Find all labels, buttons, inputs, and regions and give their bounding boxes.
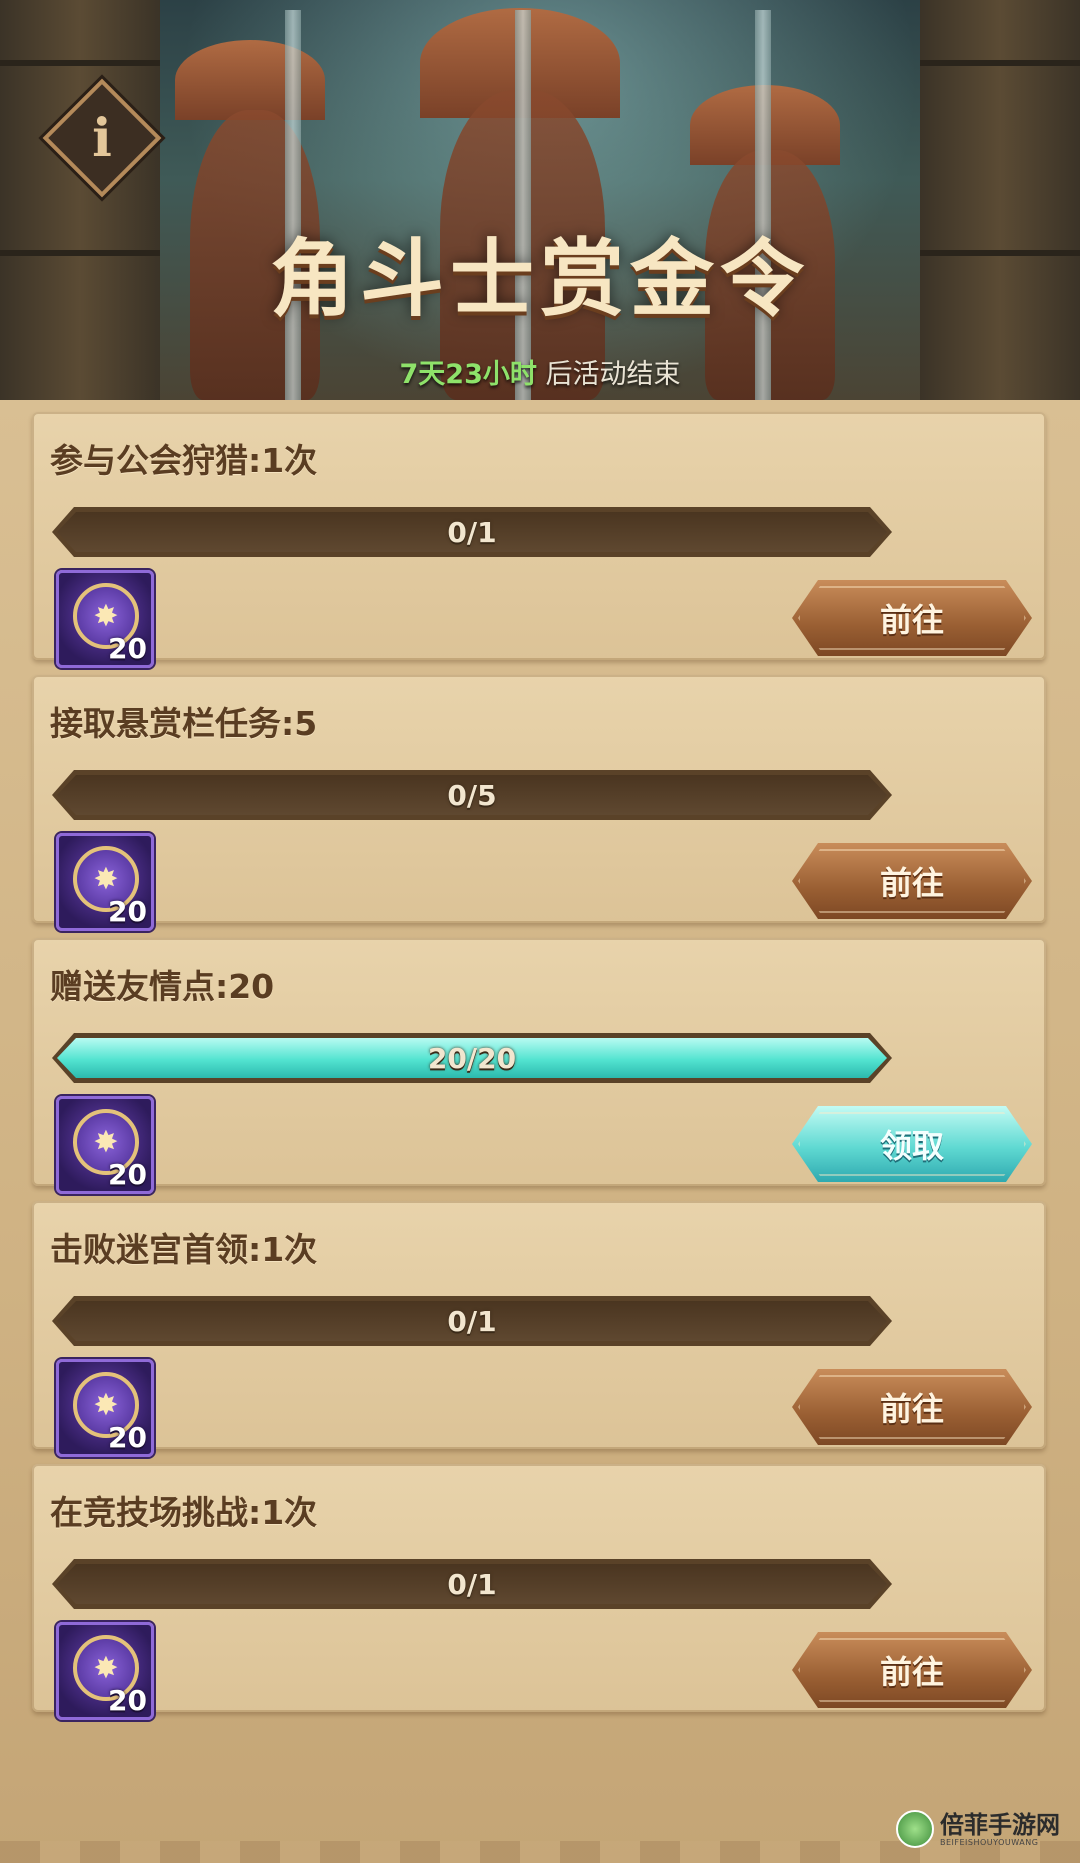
timer-suffix: 后活动结束 <box>536 359 681 390</box>
info-icon[interactable]: i <box>60 96 144 180</box>
go-button[interactable]: 前往 <box>792 1632 1032 1708</box>
task-title: 击败迷宫首领:1次 <box>50 1230 318 1269</box>
task-card-bounty-board: 接取悬赏栏任务:5 0/5 ✸ 20 前往 <box>32 675 1046 931</box>
reward-count: 20 <box>108 1158 147 1191</box>
watermark-domain: BEIFEISHOUYOUWANG <box>940 1837 1039 1847</box>
claim-button[interactable]: 领取 <box>792 1106 1032 1182</box>
task-card-friendship-points: 赠送友情点:20 20/20 ✸ 20 领取 <box>32 938 1046 1194</box>
progress-text: 0/1 <box>447 1304 497 1338</box>
task-title: 赠送友情点:20 <box>50 967 275 1006</box>
progress-bar: 20/20 <box>52 1033 892 1083</box>
reward-item[interactable]: ✸ 20 <box>56 833 154 931</box>
spear-left <box>285 10 301 400</box>
task-title: 参与公会狩猎:1次 <box>50 441 318 480</box>
reward-item[interactable]: ✸ 20 <box>56 1359 154 1457</box>
reward-item[interactable]: ✸ 20 <box>56 1096 154 1194</box>
site-watermark: 倍菲手游网 BEIFEISHOUYOUWANG <box>896 1803 1066 1855</box>
task-card-labyrinth-boss: 击败迷宫首领:1次 0/1 ✸ 20 前往 <box>32 1201 1046 1457</box>
reward-count: 20 <box>108 1684 147 1717</box>
task-list: 参与公会狩猎:1次 0/1 ✸ 20 前往 接取悬赏栏任务:5 0/5 ✸ 20… <box>0 400 1080 1863</box>
leaf-logo-icon <box>896 1810 934 1848</box>
progress-text: 0/1 <box>447 515 497 549</box>
progress-bar: 0/1 <box>52 1559 892 1609</box>
progress-text: 0/5 <box>447 778 497 812</box>
reward-count: 20 <box>108 632 147 665</box>
progress-bar: 0/5 <box>52 770 892 820</box>
progress-text: 0/1 <box>447 1567 497 1601</box>
go-button[interactable]: 前往 <box>792 843 1032 919</box>
event-timer: 7天23小时 后活动结束 <box>0 352 1080 391</box>
reward-item[interactable]: ✸ 20 <box>56 1622 154 1720</box>
reward-count: 20 <box>108 1421 147 1454</box>
task-card-arena-challenge: 在竞技场挑战:1次 0/1 ✸ 20 前往 <box>32 1464 1046 1720</box>
watermark-name: 倍菲手游网 <box>940 1809 1060 1839</box>
progress-text: 20/20 <box>427 1041 517 1075</box>
reward-count: 20 <box>108 895 147 928</box>
task-title: 接取悬赏栏任务:5 <box>50 704 318 743</box>
task-title: 在竞技场挑战:1次 <box>50 1493 318 1532</box>
spear-right <box>755 10 771 400</box>
gladiator-crest-left <box>175 40 325 120</box>
timer-value: 7天23小时 <box>399 359 537 390</box>
progress-bar: 0/1 <box>52 1296 892 1346</box>
right-pillar <box>920 0 1080 400</box>
left-pillar <box>0 0 160 400</box>
spear-center <box>515 10 531 400</box>
go-button[interactable]: 前往 <box>792 1369 1032 1445</box>
progress-bar: 0/1 <box>52 507 892 557</box>
reward-item[interactable]: ✸ 20 <box>56 570 154 668</box>
go-button[interactable]: 前往 <box>792 580 1032 656</box>
event-banner: i 角斗士赏金令 7天23小时 后活动结束 <box>0 0 1080 400</box>
task-card-guild-hunt: 参与公会狩猎:1次 0/1 ✸ 20 前往 <box>32 412 1046 668</box>
event-title: 角斗士赏金令 <box>269 229 810 328</box>
